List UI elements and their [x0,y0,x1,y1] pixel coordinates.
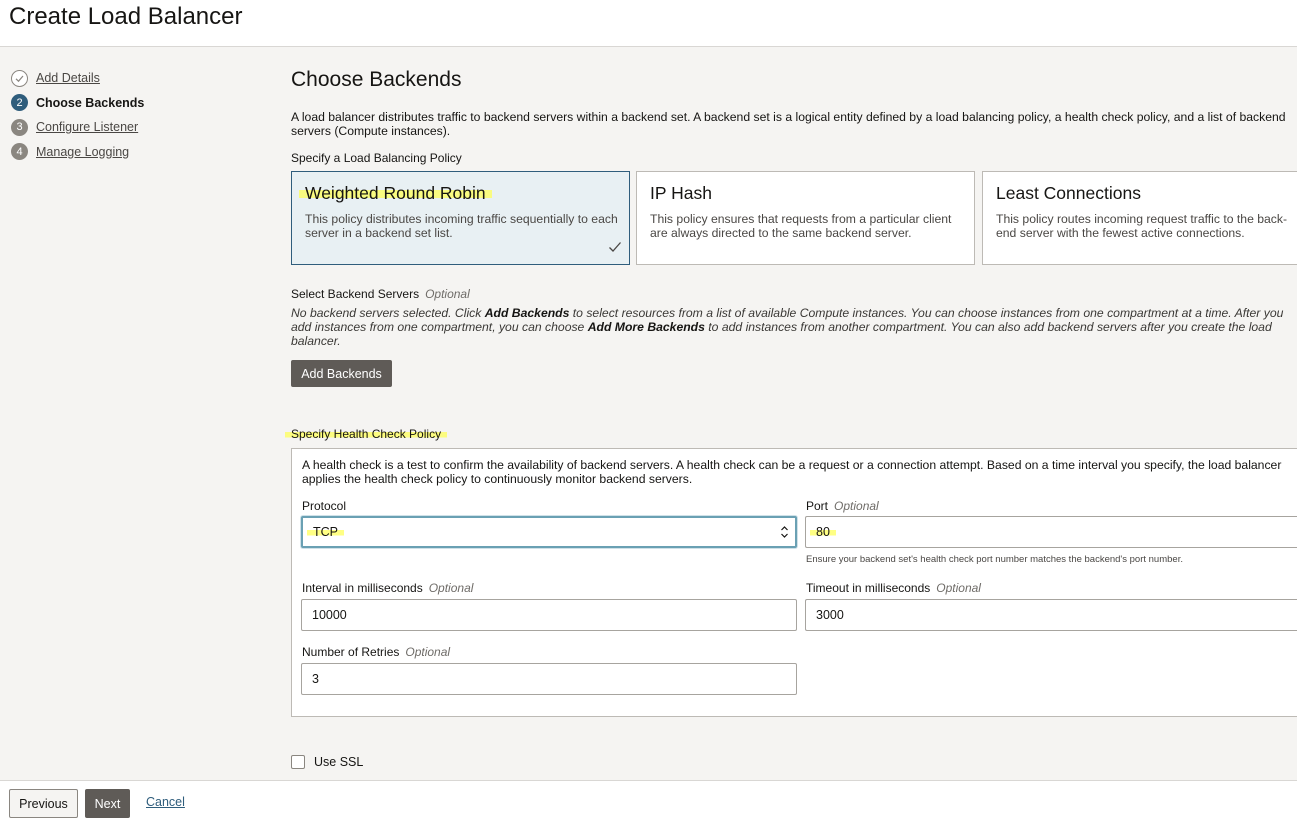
step-configure-listener[interactable]: 3 Configure Listener [11,115,144,140]
previous-button[interactable]: Previous [9,789,78,818]
select-chevron-icon [781,526,788,538]
next-button[interactable]: Next [85,789,130,818]
interval-label: Interval in milliseconds Optional [302,581,474,595]
policy-desc: This policy distributes incoming traffic… [305,212,618,240]
step-add-details[interactable]: Add Details [11,66,144,91]
step-label[interactable]: Add Details [36,71,100,85]
wizard-steps: Add Details 2 Choose Backends 3 Configur… [11,66,144,164]
protocol-select[interactable]: TCP [301,516,797,548]
step-manage-logging[interactable]: 4 Manage Logging [11,140,144,165]
interval-input[interactable]: 10000 [301,599,797,631]
health-check-label: Specify Health Check Policy [285,427,448,441]
timeout-label: Timeout in milliseconds Optional [806,581,981,595]
policy-desc: This policy ensures that requests from a… [650,212,952,240]
optional-tag: Optional [425,287,470,301]
section-title: Choose Backends [291,68,462,91]
protocol-label: Protocol [302,499,347,513]
add-backends-button[interactable]: Add Backends [291,360,392,387]
step-label: Choose Backends [36,95,145,110]
checkmark-circle-icon [11,69,28,87]
backend-servers-desc: No backend servers selected. Click Add B… [291,306,1284,348]
use-ssl-option[interactable]: Use SSL [291,755,363,769]
use-ssl-label: Use SSL [314,755,364,769]
policy-card-weighted-round-robin[interactable]: Weighted Round Robin This policy distrib… [291,171,630,265]
policy-title: Least Connections [996,183,1141,203]
step-label[interactable]: Manage Logging [36,145,129,159]
retries-input[interactable]: 3 [301,663,797,695]
step-label[interactable]: Configure Listener [36,120,138,134]
port-label: Port Optional [806,499,879,513]
cancel-link[interactable]: Cancel [146,795,185,809]
port-hint: Ensure your backend set's health check p… [806,554,1183,565]
checkmark-icon [609,242,621,252]
backend-servers-label: Select Backend Servers Optional [291,287,470,301]
policy-label: Specify a Load Balancing Policy [291,151,462,165]
health-check-panel: A health check is a test to confirm the … [291,448,1297,717]
policy-title: Weighted Round Robin [299,183,492,204]
step-number: 4 [11,143,28,161]
step-number: 3 [11,118,28,136]
wizard-footer: Previous Next Cancel [0,780,1297,820]
page-title: Create Load Balancer [9,3,243,30]
timeout-input[interactable]: 3000 [805,599,1297,631]
policy-title: IP Hash [650,183,712,203]
policy-cards: Weighted Round Robin This policy distrib… [291,171,1297,265]
intro-text: A load balancer distributes traffic to b… [291,110,1286,138]
step-number: 2 [11,94,28,112]
main-content: Choose Backends A load balancer distribu… [285,0,1297,780]
policy-desc: This policy routes incoming request traf… [996,212,1288,240]
step-choose-backends: 2 Choose Backends [11,91,144,116]
policy-card-ip-hash[interactable]: IP Hash This policy ensures that request… [636,171,975,265]
use-ssl-checkbox[interactable] [291,755,305,769]
retries-label: Number of Retries Optional [302,645,451,659]
health-check-desc: A health check is a test to confirm the … [302,458,1282,486]
port-input[interactable]: 80 [805,516,1297,548]
policy-card-least-connections[interactable]: Least Connections This policy routes inc… [982,171,1297,265]
